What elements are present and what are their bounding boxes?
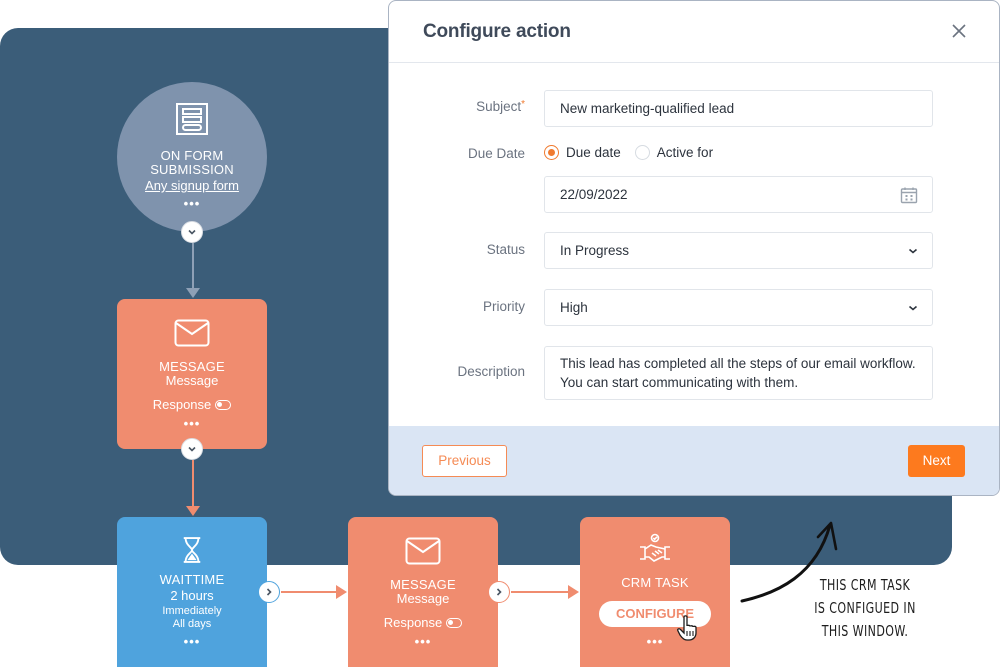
arrowhead-icon — [336, 585, 347, 599]
trigger-title: ON FORM SUBMISSION — [117, 149, 267, 177]
envelope-icon — [174, 319, 210, 347]
subject-label-text: Subject — [476, 99, 522, 114]
message-title: MESSAGE — [390, 577, 456, 592]
chevron-right-icon — [496, 588, 502, 596]
close-icon[interactable] — [951, 23, 967, 39]
chevron-right-icon — [266, 588, 272, 596]
trigger-title-line2: SUBMISSION — [150, 162, 234, 177]
subject-value: New marketing-qualified lead — [560, 101, 735, 116]
modal-title: Configure action — [423, 21, 571, 42]
trigger-form-link[interactable]: Any signup form — [117, 178, 267, 193]
calendar-icon[interactable] — [900, 186, 918, 204]
description-label: Description — [457, 364, 525, 379]
priority-label: Priority — [482, 299, 525, 314]
chevron-down-icon — [908, 305, 918, 311]
annotation-line1: This CRM task — [819, 576, 911, 594]
annotation-line2: is configued in — [814, 599, 916, 617]
due-date-value: 22/09/2022 — [560, 187, 628, 202]
priority-value: High — [560, 300, 588, 315]
connector-message-crm — [511, 591, 571, 593]
response-toggle[interactable] — [215, 399, 232, 410]
arrowhead-icon — [186, 288, 200, 298]
priority-select[interactable]: High — [544, 289, 933, 326]
expand-message2-button[interactable] — [488, 581, 510, 603]
trigger-node[interactable]: ON FORM SUBMISSION Any signup form ••• — [117, 82, 267, 232]
due-date-radio-group: Due date Active for — [544, 145, 713, 160]
next-button[interactable]: Next — [908, 445, 965, 477]
crm-task-title: CRM TASK — [621, 575, 689, 590]
response-row: Response — [348, 615, 498, 630]
response-label: Response — [383, 615, 443, 630]
connector-trigger-message — [192, 243, 194, 293]
configure-action-modal: Configure action Subject* New marketing-… — [388, 0, 1000, 496]
waittime-title: WAITTIME — [159, 572, 225, 587]
radio-active-for-label: Active for — [656, 145, 714, 160]
message-subtitle: Message — [165, 373, 219, 388]
expand-trigger-button[interactable] — [181, 221, 203, 243]
more-options-icon[interactable]: ••• — [117, 635, 267, 648]
message-node-2[interactable]: MESSAGE Message Response ••• — [348, 517, 498, 667]
radio-due-date-label: Due date — [566, 145, 621, 160]
envelope-icon — [405, 537, 441, 565]
subject-label: Subject* — [476, 99, 525, 114]
expand-waittime-button[interactable] — [258, 581, 280, 603]
message-subtitle: Message — [396, 591, 450, 606]
chevron-down-icon — [188, 229, 196, 235]
radio-checked-icon — [544, 145, 559, 160]
radio-active-for[interactable]: Active for — [634, 145, 714, 160]
description-textarea[interactable]: This lead has completed all the steps of… — [544, 346, 933, 400]
radio-unchecked-icon — [634, 145, 650, 160]
response-label: Response — [152, 397, 212, 412]
waittime-timing: Immediately — [162, 605, 222, 617]
hourglass-icon — [183, 537, 201, 563]
arrowhead-icon — [186, 506, 200, 516]
connector-message-waittime — [192, 460, 194, 510]
message-node-1[interactable]: MESSAGE Message Response ••• — [117, 299, 267, 449]
expand-message-button[interactable] — [181, 438, 203, 460]
status-select[interactable]: In Progress — [544, 232, 933, 269]
arrowhead-icon — [568, 585, 579, 599]
chevron-down-icon — [908, 248, 918, 254]
response-toggle[interactable] — [446, 617, 463, 628]
chevron-down-icon — [188, 446, 196, 452]
handshake-check-icon — [640, 533, 670, 562]
due-date-label: Due Date — [467, 146, 525, 161]
annotation-note: This CRM task is configued in this windo… — [812, 574, 919, 643]
waittime-node[interactable]: WAITTIME 2 hours Immediately All days ••… — [117, 517, 267, 667]
waittime-days: All days — [172, 618, 212, 630]
description-value: This lead has completed all the steps of… — [560, 356, 916, 390]
more-options-icon[interactable]: ••• — [117, 417, 267, 430]
message-title: MESSAGE — [159, 359, 225, 374]
form-icon — [176, 103, 208, 135]
response-row: Response — [117, 397, 267, 412]
annotation-line3: this window. — [821, 622, 909, 640]
subject-input[interactable]: New marketing-qualified lead — [544, 90, 933, 127]
status-label: Status — [486, 242, 525, 257]
previous-button[interactable]: Previous — [422, 445, 507, 477]
modal-footer: Previous Next — [389, 426, 999, 495]
due-date-input[interactable]: 22/09/2022 — [544, 176, 933, 213]
more-options-icon[interactable]: ••• — [117, 197, 267, 210]
more-options-icon[interactable]: ••• — [580, 635, 730, 648]
more-options-icon[interactable]: ••• — [348, 635, 498, 648]
modal-header: Configure action — [389, 1, 999, 63]
crm-task-node[interactable]: CRM TASK CONFIGURE ••• — [580, 517, 730, 667]
trigger-title-line1: ON FORM — [160, 148, 224, 163]
status-value: In Progress — [560, 243, 630, 258]
radio-due-date[interactable]: Due date — [544, 145, 621, 160]
required-marker: * — [521, 99, 525, 110]
waittime-duration: 2 hours — [170, 588, 214, 603]
connector-waittime-message — [281, 591, 339, 593]
